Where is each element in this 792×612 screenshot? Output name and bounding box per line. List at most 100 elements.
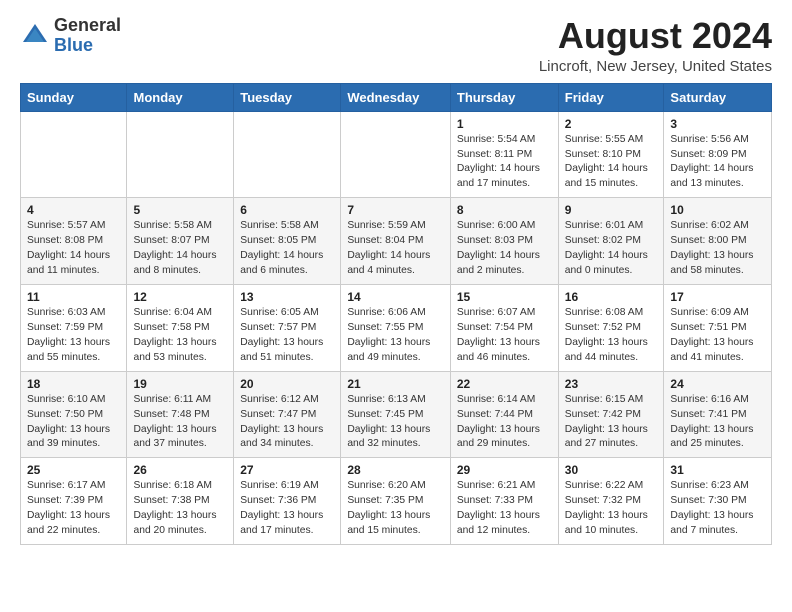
calendar-cell: 9 Sunrise: 6:01 AM Sunset: 8:02 PM Daylig… — [558, 198, 664, 285]
calendar-cell: 2 Sunrise: 5:55 AM Sunset: 8:10 PM Daylig… — [558, 111, 664, 198]
calendar-cell: 18 Sunrise: 6:10 AM Sunset: 7:50 PM Dayli… — [21, 371, 127, 458]
calendar-cell: 3 Sunrise: 5:56 AM Sunset: 8:09 PM Daylig… — [664, 111, 772, 198]
day-number: 14 — [347, 290, 444, 304]
day-content: Sunrise: 6:03 AM Sunset: 7:59 PM Dayligh… — [27, 306, 120, 366]
day-content: Sunrise: 5:58 AM Sunset: 8:05 PM Dayligh… — [240, 219, 334, 279]
day-content: Sunrise: 6:23 AM Sunset: 7:30 PM Dayligh… — [670, 479, 765, 539]
header-day-thursday: Thursday — [450, 83, 558, 111]
calendar-cell: 24 Sunrise: 6:16 AM Sunset: 7:41 PM Dayli… — [664, 371, 772, 458]
day-content: Sunrise: 6:21 AM Sunset: 7:33 PM Dayligh… — [457, 479, 552, 539]
calendar-cell: 4 Sunrise: 5:57 AM Sunset: 8:08 PM Daylig… — [21, 198, 127, 285]
day-number: 27 — [240, 463, 334, 477]
header-day-friday: Friday — [558, 83, 664, 111]
day-content: Sunrise: 6:11 AM Sunset: 7:48 PM Dayligh… — [133, 393, 227, 453]
day-number: 31 — [670, 463, 765, 477]
day-number: 24 — [670, 377, 765, 391]
calendar-cell: 31 Sunrise: 6:23 AM Sunset: 7:30 PM Dayli… — [664, 458, 772, 545]
day-number: 4 — [27, 203, 120, 217]
logo: General Blue — [20, 16, 121, 56]
day-content: Sunrise: 6:07 AM Sunset: 7:54 PM Dayligh… — [457, 306, 552, 366]
week-row-1: 1Sunrise: 5:54 AM Sunset: 8:11 PM Daylig… — [21, 111, 772, 198]
header-row: SundayMondayTuesdayWednesdayThursdayFrid… — [21, 83, 772, 111]
day-number: 19 — [133, 377, 227, 391]
day-number: 26 — [133, 463, 227, 477]
calendar-cell: 12 Sunrise: 6:04 AM Sunset: 7:58 PM Dayli… — [127, 284, 234, 371]
day-content: Sunrise: 6:00 AM Sunset: 8:03 PM Dayligh… — [457, 219, 552, 279]
calendar-cell: 27Sunrise: 6:19 AM Sunset: 7:36 PM Dayli… — [234, 458, 341, 545]
calendar-cell: 11Sunrise: 6:03 AM Sunset: 7:59 PM Dayli… — [21, 284, 127, 371]
calendar-header: SundayMondayTuesdayWednesdayThursdayFrid… — [21, 83, 772, 111]
header-day-tuesday: Tuesday — [234, 83, 341, 111]
calendar-cell: 29 Sunrise: 6:21 AM Sunset: 7:33 PM Dayli… — [450, 458, 558, 545]
calendar-cell: 17 Sunrise: 6:09 AM Sunset: 7:51 PM Dayli… — [664, 284, 772, 371]
day-content: Sunrise: 6:17 AM Sunset: 7:39 PM Dayligh… — [27, 479, 120, 539]
day-number: 2 — [565, 117, 658, 131]
calendar-cell — [127, 111, 234, 198]
day-content: Sunrise: 6:13 AM Sunset: 7:45 PM Dayligh… — [347, 393, 444, 453]
calendar-cell: 25 Sunrise: 6:17 AM Sunset: 7:39 PM Dayli… — [21, 458, 127, 545]
logo-icon — [20, 21, 50, 51]
day-content: Sunrise: 6:22 AM Sunset: 7:32 PM Dayligh… — [565, 479, 658, 539]
header-day-monday: Monday — [127, 83, 234, 111]
day-content: Sunrise: 6:06 AM Sunset: 7:55 PM Dayligh… — [347, 306, 444, 366]
calendar-cell: 20 Sunrise: 6:12 AM Sunset: 7:47 PM Dayli… — [234, 371, 341, 458]
calendar-cell: 28Sunrise: 6:20 AM Sunset: 7:35 PM Dayli… — [341, 458, 451, 545]
day-content: Sunrise: 5:59 AM Sunset: 8:04 PM Dayligh… — [347, 219, 444, 279]
calendar-cell: 6 Sunrise: 5:58 AM Sunset: 8:05 PM Daylig… — [234, 198, 341, 285]
main-title: August 2024 — [539, 16, 772, 56]
day-number: 22 — [457, 377, 552, 391]
day-content: Sunrise: 6:04 AM Sunset: 7:58 PM Dayligh… — [133, 306, 227, 366]
day-number: 30 — [565, 463, 658, 477]
day-number: 15 — [457, 290, 552, 304]
header-day-saturday: Saturday — [664, 83, 772, 111]
header-day-sunday: Sunday — [21, 83, 127, 111]
day-number: 17 — [670, 290, 765, 304]
day-content: Sunrise: 6:20 AM Sunset: 7:35 PM Dayligh… — [347, 479, 444, 539]
calendar-cell: 1Sunrise: 5:54 AM Sunset: 8:11 PM Daylig… — [450, 111, 558, 198]
calendar-body: 1Sunrise: 5:54 AM Sunset: 8:11 PM Daylig… — [21, 111, 772, 544]
day-content: Sunrise: 6:12 AM Sunset: 7:47 PM Dayligh… — [240, 393, 334, 453]
day-content: Sunrise: 5:56 AM Sunset: 8:09 PM Dayligh… — [670, 133, 765, 193]
day-number: 18 — [27, 377, 120, 391]
header: General Blue August 2024 Lincroft, New J… — [20, 16, 772, 75]
day-number: 20 — [240, 377, 334, 391]
day-content: Sunrise: 6:16 AM Sunset: 7:41 PM Dayligh… — [670, 393, 765, 453]
title-block: August 2024 Lincroft, New Jersey, United… — [539, 16, 772, 75]
day-number: 3 — [670, 117, 765, 131]
week-row-3: 11Sunrise: 6:03 AM Sunset: 7:59 PM Dayli… — [21, 284, 772, 371]
day-content: Sunrise: 5:55 AM Sunset: 8:10 PM Dayligh… — [565, 133, 658, 193]
calendar-cell: 5 Sunrise: 5:58 AM Sunset: 8:07 PM Daylig… — [127, 198, 234, 285]
day-content: Sunrise: 6:01 AM Sunset: 8:02 PM Dayligh… — [565, 219, 658, 279]
day-number: 12 — [133, 290, 227, 304]
week-row-5: 25 Sunrise: 6:17 AM Sunset: 7:39 PM Dayli… — [21, 458, 772, 545]
calendar-cell — [341, 111, 451, 198]
calendar-cell: 23Sunrise: 6:15 AM Sunset: 7:42 PM Dayli… — [558, 371, 664, 458]
calendar-cell — [234, 111, 341, 198]
day-number: 13 — [240, 290, 334, 304]
day-number: 10 — [670, 203, 765, 217]
day-content: Sunrise: 6:10 AM Sunset: 7:50 PM Dayligh… — [27, 393, 120, 453]
day-content: Sunrise: 5:58 AM Sunset: 8:07 PM Dayligh… — [133, 219, 227, 279]
subtitle: Lincroft, New Jersey, United States — [539, 58, 772, 75]
day-number: 21 — [347, 377, 444, 391]
day-number: 9 — [565, 203, 658, 217]
day-content: Sunrise: 5:57 AM Sunset: 8:08 PM Dayligh… — [27, 219, 120, 279]
logo-general: General — [54, 15, 121, 35]
day-content: Sunrise: 6:05 AM Sunset: 7:57 PM Dayligh… — [240, 306, 334, 366]
day-number: 29 — [457, 463, 552, 477]
day-content: Sunrise: 6:09 AM Sunset: 7:51 PM Dayligh… — [670, 306, 765, 366]
logo-blue: Blue — [54, 35, 93, 55]
header-day-wednesday: Wednesday — [341, 83, 451, 111]
calendar-cell: 13 Sunrise: 6:05 AM Sunset: 7:57 PM Dayli… — [234, 284, 341, 371]
day-content: Sunrise: 6:14 AM Sunset: 7:44 PM Dayligh… — [457, 393, 552, 453]
calendar-cell: 10Sunrise: 6:02 AM Sunset: 8:00 PM Dayli… — [664, 198, 772, 285]
day-number: 25 — [27, 463, 120, 477]
day-number: 5 — [133, 203, 227, 217]
calendar-cell: 16Sunrise: 6:08 AM Sunset: 7:52 PM Dayli… — [558, 284, 664, 371]
calendar-cell: 19 Sunrise: 6:11 AM Sunset: 7:48 PM Dayli… — [127, 371, 234, 458]
week-row-4: 18 Sunrise: 6:10 AM Sunset: 7:50 PM Dayli… — [21, 371, 772, 458]
calendar-cell: 7 Sunrise: 5:59 AM Sunset: 8:04 PM Daylig… — [341, 198, 451, 285]
day-number: 7 — [347, 203, 444, 217]
day-number: 6 — [240, 203, 334, 217]
calendar-cell — [21, 111, 127, 198]
